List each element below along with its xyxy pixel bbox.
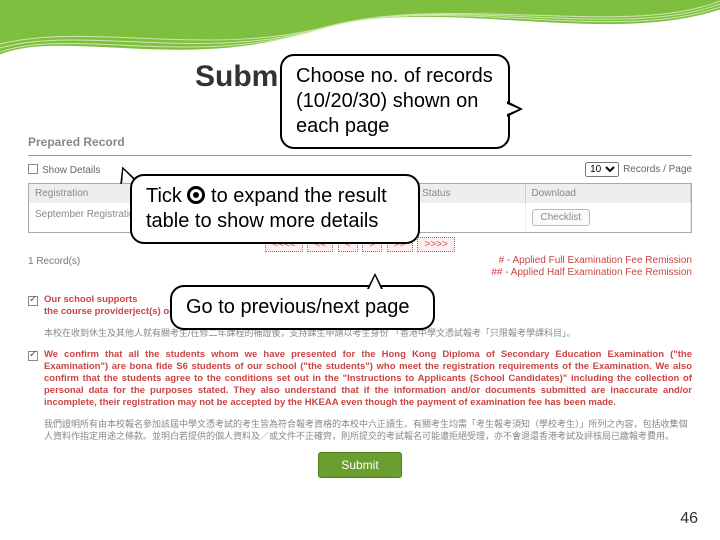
- checklist-button[interactable]: Checklist: [532, 209, 591, 226]
- records-per-page-select[interactable]: 10: [585, 162, 619, 177]
- page-number: 46: [680, 510, 698, 528]
- callout-pagination: Go to previous/next page: [170, 285, 435, 330]
- declaration-2: We confirm that all the students whom we…: [28, 349, 692, 408]
- declaration-2-cn: 我們證明所有由本校報名參加該屆中學文憑考試的考生皆為符合報考資格的本校中六正讀生…: [44, 419, 692, 442]
- records-per-page-label: Records / Page: [623, 164, 692, 175]
- radio-icon: [187, 186, 205, 204]
- declaration-1-checkbox[interactable]: [28, 296, 38, 306]
- submit-button[interactable]: Submit: [318, 452, 401, 478]
- show-details-checkbox[interactable]: Show Details: [28, 164, 100, 176]
- callout-show-details: Tick to expand the result table to show …: [130, 174, 420, 244]
- fee-legend: # - Applied Full Examination Fee Remissi…: [28, 255, 692, 278]
- slide-title: Subm: [195, 60, 278, 94]
- pager-last[interactable]: >>>>: [417, 237, 454, 252]
- callout-records-per-page: Choose no. of records (10/20/30) shown o…: [280, 54, 510, 149]
- declaration-2-checkbox[interactable]: [28, 351, 38, 361]
